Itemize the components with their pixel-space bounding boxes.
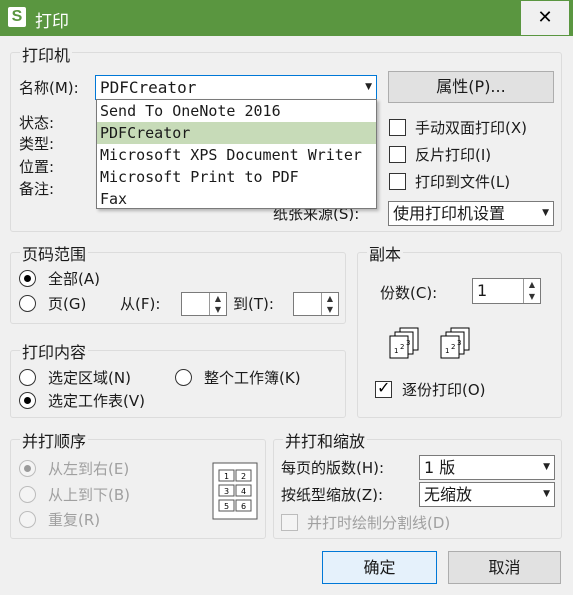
- properties-button[interactable]: 属性(P)...: [388, 71, 554, 103]
- printer-name-label: 名称(M):: [19, 79, 79, 97]
- grid-number: 4: [241, 487, 246, 496]
- window-title: 打印: [35, 12, 69, 32]
- svg-text:1: 1: [394, 347, 398, 355]
- print-dialog: S 打印 ✕ 打印机 名称(M): PDFCreator ▼ 属性(P)... …: [0, 0, 573, 595]
- collate-pages-icon: 1 2 3: [440, 327, 470, 359]
- zoom-legend: 并打和缩放: [283, 428, 368, 452]
- copies-count-value: 1: [477, 281, 488, 300]
- chevron-down-icon: ▼: [542, 208, 549, 218]
- spin-up-icon[interactable]: ▲: [321, 293, 338, 304]
- svg-text:3: 3: [406, 339, 410, 347]
- print-to-file-label: 打印到文件(L): [415, 173, 511, 191]
- scale-label: 按纸型缩放(Z):: [281, 486, 384, 504]
- order-legend: 并打顺序: [20, 428, 89, 452]
- chevron-down-icon: ▼: [543, 489, 550, 499]
- title-bar: S 打印 ✕: [0, 0, 573, 36]
- print-to-file-checkbox[interactable]: [389, 173, 406, 190]
- status-label: 状态:: [19, 114, 55, 132]
- range-all-label: 全部(A): [48, 270, 100, 288]
- checkmark-icon: ✓: [377, 378, 391, 397]
- scale-select[interactable]: 无缩放 ▼: [419, 482, 555, 507]
- pages-per-sheet-label: 每页的版数(H):: [281, 459, 385, 477]
- collate-label: 逐份打印(O): [402, 381, 486, 399]
- collate-checkbox[interactable]: ✓: [375, 378, 392, 398]
- range-pages-label: 页(G): [48, 295, 87, 313]
- duplex-checkbox[interactable]: [389, 119, 406, 136]
- duplex-label: 手动双面打印(X): [415, 119, 527, 137]
- left-to-right-label: 从左到右(E): [48, 460, 130, 478]
- printer-option[interactable]: Microsoft Print to PDF: [97, 166, 376, 188]
- active-sheet-label: 选定工作表(V): [48, 392, 145, 410]
- top-to-bottom-label: 从上到下(B): [48, 486, 130, 504]
- type-label: 类型:: [19, 135, 55, 153]
- grid-number: 5: [224, 502, 229, 511]
- page-range-legend: 页码范围: [20, 241, 89, 265]
- pages-per-sheet-select[interactable]: 1 版 ▼: [419, 455, 555, 480]
- divider-label: 并打时绘制分割线(D): [307, 514, 451, 532]
- grid-number: 1: [224, 472, 229, 481]
- printer-legend: 打印机: [20, 42, 73, 66]
- ok-button[interactable]: 确定: [322, 551, 437, 584]
- grid-number: 6: [241, 502, 246, 511]
- printer-option[interactable]: Microsoft XPS Document Writer: [97, 144, 376, 166]
- close-button[interactable]: ✕: [521, 1, 569, 35]
- from-stepper[interactable]: ▲ ▼: [181, 292, 227, 316]
- grid-number: 3: [224, 487, 229, 496]
- page-order-preview-icon: 1 2 3 4 5 6: [212, 462, 258, 520]
- spin-up-icon[interactable]: ▲: [209, 293, 226, 304]
- from-label: 从(F):: [120, 295, 161, 313]
- print-what-legend: 打印内容: [20, 339, 89, 363]
- printer-name-value: PDFCreator: [100, 78, 197, 97]
- svg-text:2: 2: [451, 343, 455, 351]
- printer-dropdown-list: Send To OneNote 2016 PDFCreator Microsof…: [96, 99, 377, 209]
- repeat-radio[interactable]: [19, 511, 36, 528]
- svg-text:1: 1: [445, 347, 449, 355]
- paper-source-select[interactable]: 使用打印机设置 ▼: [388, 201, 554, 226]
- reverse-label: 反片打印(I): [415, 146, 492, 164]
- svg-text:2: 2: [400, 343, 404, 351]
- top-to-bottom-radio[interactable]: [19, 486, 36, 503]
- spin-up-icon[interactable]: ▲: [523, 279, 540, 291]
- spin-down-icon[interactable]: ▼: [321, 304, 338, 315]
- printer-option[interactable]: Send To OneNote 2016: [97, 100, 376, 122]
- range-pages-radio[interactable]: [19, 295, 36, 312]
- chevron-down-icon: ▼: [543, 462, 550, 472]
- divider-checkbox[interactable]: [281, 514, 298, 531]
- selection-label: 选定区域(N): [48, 369, 131, 387]
- range-all-radio[interactable]: [19, 270, 36, 287]
- location-label: 位置:: [19, 158, 55, 176]
- copies-count-stepper[interactable]: 1 ▲ ▼: [472, 278, 541, 304]
- printer-name-select[interactable]: PDFCreator ▼: [95, 75, 377, 100]
- selection-radio[interactable]: [19, 369, 36, 386]
- printer-option-selected[interactable]: PDFCreator: [97, 122, 376, 144]
- grid-number: 2: [241, 472, 246, 481]
- active-sheet-radio[interactable]: [19, 392, 36, 409]
- comment-label: 备注:: [19, 180, 55, 198]
- left-to-right-radio[interactable]: [19, 460, 36, 477]
- printer-option[interactable]: Fax: [97, 188, 376, 210]
- workbook-radio[interactable]: [175, 369, 192, 386]
- cancel-button[interactable]: 取消: [448, 551, 561, 584]
- collate-pages-icon: 1 2 3: [389, 327, 419, 359]
- scale-value: 无缩放: [424, 485, 473, 504]
- pages-per-sheet-value: 1 版: [424, 458, 456, 477]
- to-stepper[interactable]: ▲ ▼: [293, 292, 339, 316]
- chevron-down-icon: ▼: [365, 82, 372, 92]
- paper-source-value: 使用打印机设置: [393, 204, 506, 223]
- repeat-label: 重复(R): [48, 511, 101, 529]
- copies-count-label: 份数(C):: [380, 284, 438, 302]
- app-icon: S: [8, 7, 26, 27]
- close-icon: ✕: [537, 7, 553, 28]
- to-label: 到(T):: [233, 295, 274, 313]
- svg-text:3: 3: [457, 339, 461, 347]
- copies-legend: 副本: [367, 241, 404, 265]
- spin-down-icon[interactable]: ▼: [523, 291, 540, 303]
- spin-down-icon[interactable]: ▼: [209, 304, 226, 315]
- reverse-checkbox[interactable]: [389, 146, 406, 163]
- workbook-label: 整个工作簿(K): [204, 369, 301, 387]
